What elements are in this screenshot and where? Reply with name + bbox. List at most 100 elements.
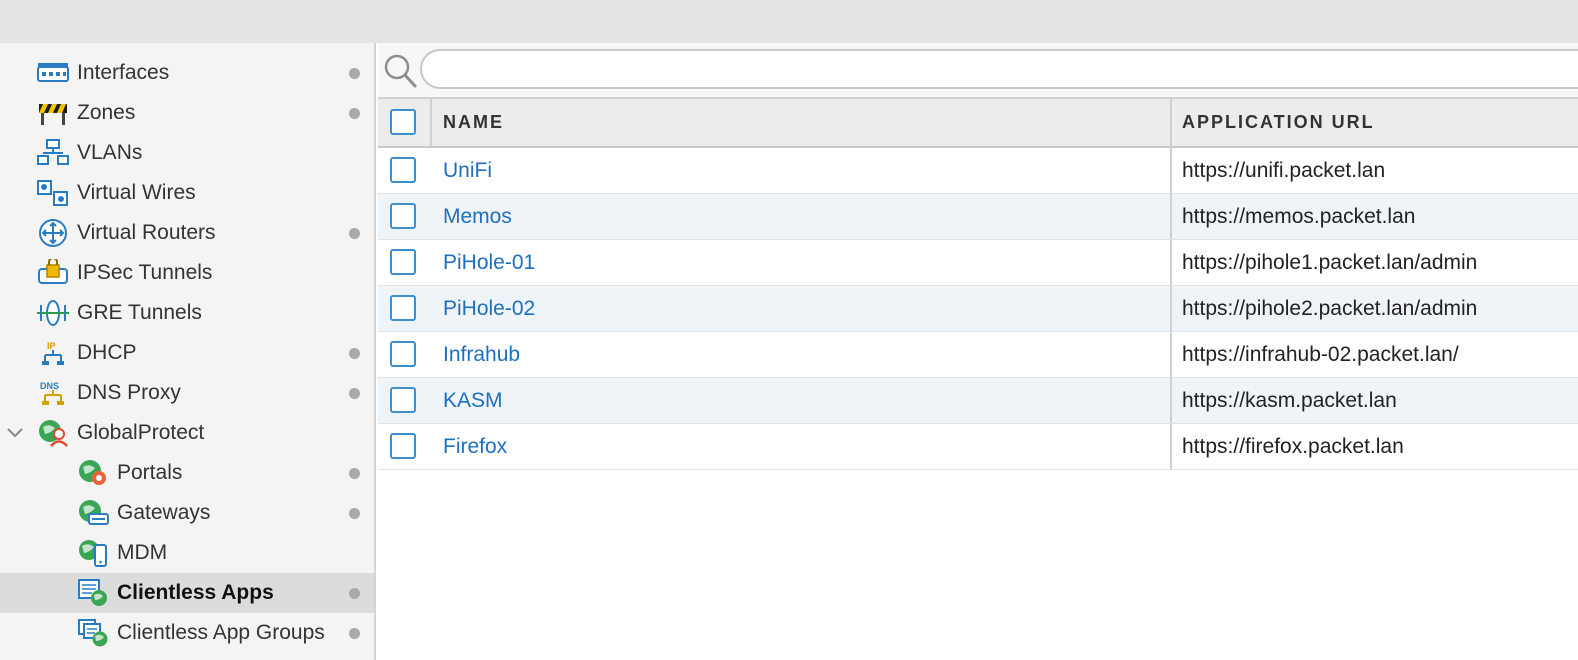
app-name-link[interactable]: PiHole-02: [443, 286, 535, 331]
svg-text:IP: IP: [47, 341, 56, 351]
sidebar-item-gateways[interactable]: Gateways: [0, 493, 374, 533]
app-url: https://kasm.packet.lan: [1182, 389, 1397, 412]
row-checkbox[interactable]: [390, 433, 416, 459]
sidebar-item-dhcp[interactable]: IP DHCP: [0, 333, 374, 373]
sidebar-item-label: Zones: [77, 101, 136, 124]
column-divider: [1170, 424, 1172, 469]
sidebar-item-label: IPSec Tunnels: [77, 261, 213, 284]
clientless-apps-icon: [78, 579, 107, 606]
status-dot: [349, 468, 360, 479]
sidebar-item-label: Clientless App Groups: [117, 621, 325, 644]
mdm-icon: [79, 540, 107, 567]
column-divider: [1170, 286, 1172, 331]
sidebar-item-label: MDM: [117, 541, 168, 564]
sidebar-item-clientless-apps[interactable]: Clientless Apps: [0, 573, 374, 613]
sidebar-item-gre-tunnels[interactable]: GRE Tunnels: [0, 293, 374, 333]
app-name-link[interactable]: Firefox: [443, 424, 507, 469]
status-dot: [349, 68, 360, 79]
sidebar-item-globalprotect[interactable]: GlobalProtect: [0, 413, 374, 453]
sidebar-item-ipsec-tunnels[interactable]: IPSec Tunnels: [0, 253, 374, 293]
table-row[interactable]: Firefox https://firefox.packet.lan: [378, 424, 1578, 470]
zones-icon: [39, 104, 67, 125]
sidebar-item-zones[interactable]: Zones: [0, 93, 374, 133]
column-divider: [1170, 148, 1172, 193]
sidebar-item-label: VLANs: [77, 141, 143, 164]
portals-icon: [79, 460, 106, 485]
sidebar-item-label: Portals: [117, 461, 183, 484]
sidebar-item-label: DNS Proxy: [77, 381, 181, 404]
row-checkbox[interactable]: [390, 341, 416, 367]
app-url: https://pihole1.packet.lan/admin: [1182, 251, 1478, 274]
dhcp-icon: IP: [42, 341, 64, 365]
status-dot: [349, 628, 360, 639]
sidebar-item-label: GlobalProtect: [77, 421, 205, 444]
main-panel: NAME APPLICATION URL UniFi https://unifi…: [378, 43, 1578, 660]
svg-text:DNS: DNS: [40, 381, 59, 391]
status-dot: [349, 508, 360, 519]
clientless-app-groups-icon: [78, 619, 108, 647]
sidebar-item-vlans[interactable]: VLANs: [0, 133, 374, 173]
app-url: https://infrahub-02.packet.lan/: [1182, 343, 1459, 366]
table-row[interactable]: PiHole-01 https://pihole1.packet.lan/adm…: [378, 240, 1578, 286]
search-bar: [378, 43, 1578, 99]
sidebar-item-dns-proxy[interactable]: DNS DNS Proxy: [0, 373, 374, 413]
column-divider[interactable]: [430, 99, 432, 146]
table-header: NAME APPLICATION URL: [378, 99, 1578, 148]
sidebar-item-virtual-wires[interactable]: Virtual Wires: [0, 173, 374, 213]
sidebar-item-label: Gateways: [117, 501, 211, 524]
row-checkbox[interactable]: [390, 157, 416, 183]
table-row[interactable]: KASM https://kasm.packet.lan: [378, 378, 1578, 424]
app-url: https://memos.packet.lan: [1182, 205, 1416, 228]
column-divider[interactable]: [1170, 99, 1172, 146]
gateways-icon: [79, 500, 109, 525]
interfaces-icon: [37, 63, 69, 82]
app-name-link[interactable]: KASM: [443, 378, 503, 423]
select-all-checkbox[interactable]: [390, 109, 416, 135]
app-name-link[interactable]: PiHole-01: [443, 240, 535, 285]
sidebar-item-interfaces[interactable]: Interfaces: [0, 53, 374, 93]
gre-tunnels-icon: [37, 300, 69, 326]
sidebar-item-label: GRE Tunnels: [77, 301, 202, 324]
app-name-link[interactable]: UniFi: [443, 148, 492, 193]
table-row[interactable]: PiHole-02 https://pihole2.packet.lan/adm…: [378, 286, 1578, 332]
column-header-name[interactable]: NAME: [443, 99, 504, 148]
sidebar-item-label: Interfaces: [77, 61, 170, 84]
sidebar-item-virtual-routers[interactable]: Virtual Routers: [0, 213, 374, 253]
vlans-icon: [37, 139, 69, 165]
app-name-link[interactable]: Memos: [443, 194, 512, 239]
app-url: https://unifi.packet.lan: [1182, 159, 1386, 182]
status-dot: [349, 228, 360, 239]
search-input[interactable]: [420, 49, 1578, 89]
app-url: https://pihole2.packet.lan/admin: [1182, 297, 1478, 320]
column-divider: [1170, 332, 1172, 377]
row-checkbox[interactable]: [390, 203, 416, 229]
ipsec-tunnels-icon: [38, 259, 68, 284]
search-icon[interactable]: [382, 51, 418, 89]
status-dot: [349, 588, 360, 599]
sidebar-item-mdm[interactable]: MDM: [0, 533, 374, 573]
sidebar-nav: Interfaces Zones VLANs Virtual Wires Vir…: [0, 43, 376, 660]
column-divider: [1170, 378, 1172, 423]
app-name-link[interactable]: Infrahub: [443, 332, 520, 377]
virtual-routers-icon: [39, 219, 67, 247]
virtual-wires-icon: [37, 180, 68, 206]
status-dot: [349, 108, 360, 119]
sidebar-item-label: Virtual Routers: [77, 221, 216, 244]
row-checkbox[interactable]: [390, 387, 416, 413]
table-row[interactable]: Infrahub https://infrahub-02.packet.lan/: [378, 332, 1578, 378]
dns-proxy-icon: DNS: [40, 381, 64, 405]
row-checkbox[interactable]: [390, 295, 416, 321]
table-row[interactable]: Memos https://memos.packet.lan: [378, 194, 1578, 240]
chevron-down-icon[interactable]: [5, 424, 25, 442]
column-header-application-url[interactable]: APPLICATION URL: [1182, 99, 1375, 148]
sidebar-item-label: Virtual Wires: [77, 181, 196, 204]
status-dot: [349, 348, 360, 359]
sidebar-item-clientless-app-groups[interactable]: Clientless App Groups: [0, 613, 374, 653]
row-checkbox[interactable]: [390, 249, 416, 275]
status-dot: [349, 388, 360, 399]
column-divider: [1170, 240, 1172, 285]
globalprotect-icon: [39, 420, 68, 447]
sidebar-item-portals[interactable]: Portals: [0, 453, 374, 493]
column-divider: [1170, 194, 1172, 239]
table-row[interactable]: UniFi https://unifi.packet.lan: [378, 148, 1578, 194]
